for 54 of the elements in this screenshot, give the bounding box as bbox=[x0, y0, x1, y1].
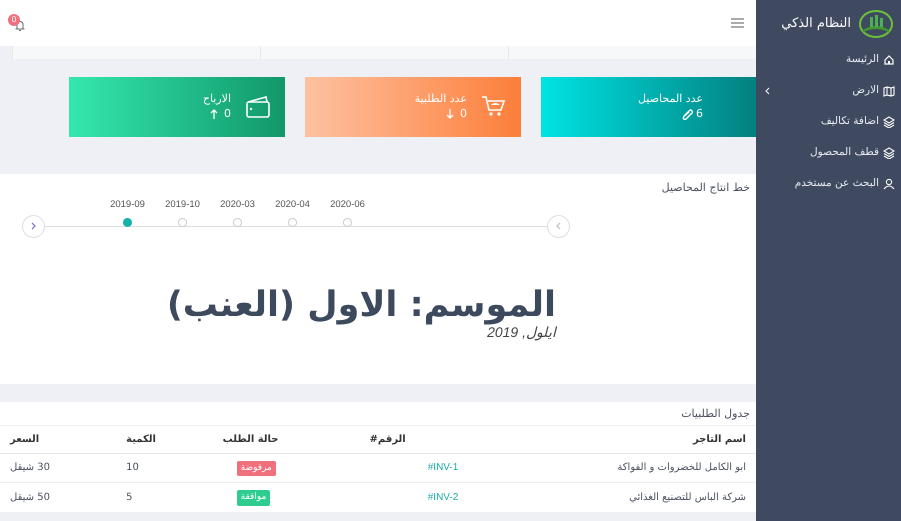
sidebar-item[interactable]: قطف المحصول bbox=[756, 137, 901, 168]
timeline-dot[interactable] bbox=[233, 218, 242, 226]
home-icon bbox=[883, 54, 895, 66]
date-label: 2019-09 bbox=[110, 198, 145, 212]
stat-label: الارباح bbox=[202, 92, 231, 107]
table-cell: 50 شيقل bbox=[0, 482, 116, 512]
stat-label: عدد المحاصيل bbox=[638, 92, 703, 107]
date-label: 2020-03 bbox=[220, 198, 255, 212]
column-header: اسم التاجر bbox=[468, 426, 756, 453]
layers-icon bbox=[883, 146, 895, 158]
date-label: 2019-10 bbox=[165, 198, 200, 212]
user-icon bbox=[883, 178, 895, 190]
sidebar-item[interactable]: الارض bbox=[756, 75, 901, 106]
paperclip-icon bbox=[681, 108, 693, 120]
stat-value: 6 bbox=[696, 107, 703, 122]
season-date: ايلول, 2019 bbox=[487, 324, 556, 342]
stat-value: 0 bbox=[460, 107, 467, 122]
logo-icon bbox=[859, 10, 893, 38]
timeline-dot[interactable] bbox=[288, 218, 297, 226]
column-header: الرقم# bbox=[360, 426, 468, 453]
menu-icon[interactable] bbox=[731, 18, 744, 28]
timeline-dot[interactable] bbox=[178, 218, 187, 226]
table-cell: 5 bbox=[116, 482, 213, 512]
stat-value: 0 bbox=[224, 107, 231, 122]
status-badge: مرفوضة bbox=[236, 460, 276, 476]
previous-button[interactable] bbox=[547, 214, 570, 238]
table-title: جدول الطلبيات bbox=[0, 402, 756, 426]
column-header: الكمية bbox=[116, 426, 213, 453]
timeline-dot[interactable] bbox=[123, 218, 132, 226]
section-title: خط انتاج المحاصيل bbox=[660, 180, 751, 196]
notification-icon[interactable] bbox=[14, 20, 26, 32]
chevron-left-icon bbox=[556, 222, 562, 230]
notification-badge: 0 bbox=[8, 14, 20, 26]
next-button[interactable] bbox=[22, 214, 45, 238]
chevron-right-icon bbox=[30, 222, 36, 230]
column-header: حالة الطلب bbox=[212, 426, 360, 453]
sidebar-item[interactable]: الرئيسة bbox=[756, 44, 901, 75]
date-label: 2020-06 bbox=[330, 198, 365, 212]
season-heading: الموسم: الاول (العنب) bbox=[166, 286, 556, 324]
status-badge: موافقة bbox=[236, 490, 270, 506]
layers-icon bbox=[883, 116, 895, 128]
sidebar-item[interactable]: اضافة تكاليف bbox=[756, 106, 901, 137]
sidebar-title: النظام الذكي bbox=[781, 15, 851, 34]
sidebar-item[interactable]: البحث عن مستخدم bbox=[756, 168, 901, 199]
table-cell: ابو الكامل للخضروات و الفواكة bbox=[468, 453, 756, 482]
timeline-dot[interactable] bbox=[343, 218, 352, 226]
table-cell: شركة الباس للتصنيع الغذائي bbox=[468, 482, 756, 512]
table-cell: 30 شيقل bbox=[0, 453, 116, 482]
wallet-icon bbox=[245, 95, 271, 119]
date-label: 2020-04 bbox=[275, 198, 310, 212]
table-cell: 10 bbox=[116, 453, 213, 482]
column-header: السعر bbox=[0, 426, 116, 453]
stat-label: عدد الطلبية bbox=[414, 92, 467, 107]
map-icon bbox=[883, 84, 895, 96]
